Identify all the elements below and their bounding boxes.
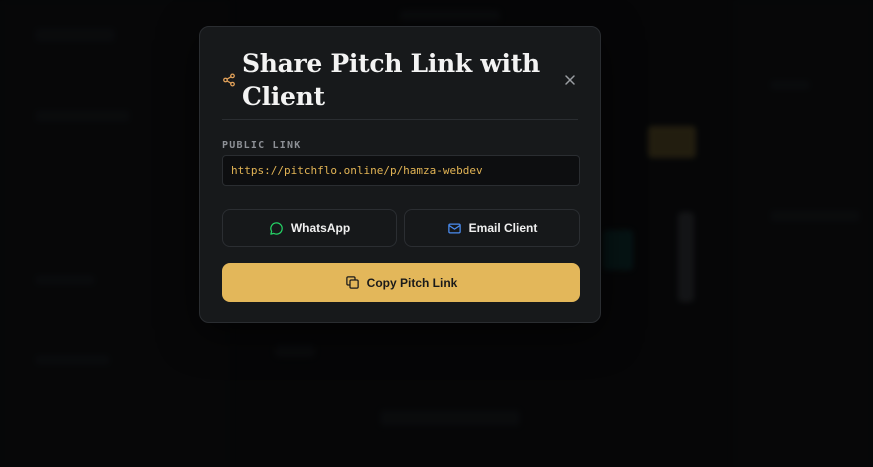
public-link-field[interactable]: https://pitchflo.online/p/hamza-webdev [222, 155, 580, 186]
whatsapp-button[interactable]: WhatsApp [222, 209, 397, 247]
modal-header: Share Pitch Link with Client [222, 27, 578, 120]
public-link-value[interactable]: https://pitchflo.online/p/hamza-webdev [231, 164, 483, 177]
whatsapp-button-label: WhatsApp [290, 221, 351, 235]
modal-title: Share Pitch Link with Client [242, 49, 540, 111]
email-client-button-label: Email Client [468, 221, 538, 235]
copy-pitch-link-label: Copy Pitch Link [366, 275, 458, 290]
share-icon [222, 73, 236, 87]
share-pitch-modal: Share Pitch Link with Client PUBLIC LINK… [199, 26, 601, 323]
mail-icon [447, 221, 462, 236]
public-link-label: PUBLIC LINK [222, 140, 302, 151]
whatsapp-icon [269, 221, 284, 236]
close-icon[interactable] [562, 72, 578, 88]
email-client-button[interactable]: Email Client [404, 209, 580, 247]
copy-icon [345, 275, 360, 290]
copy-pitch-link-button[interactable]: Copy Pitch Link [222, 263, 580, 302]
